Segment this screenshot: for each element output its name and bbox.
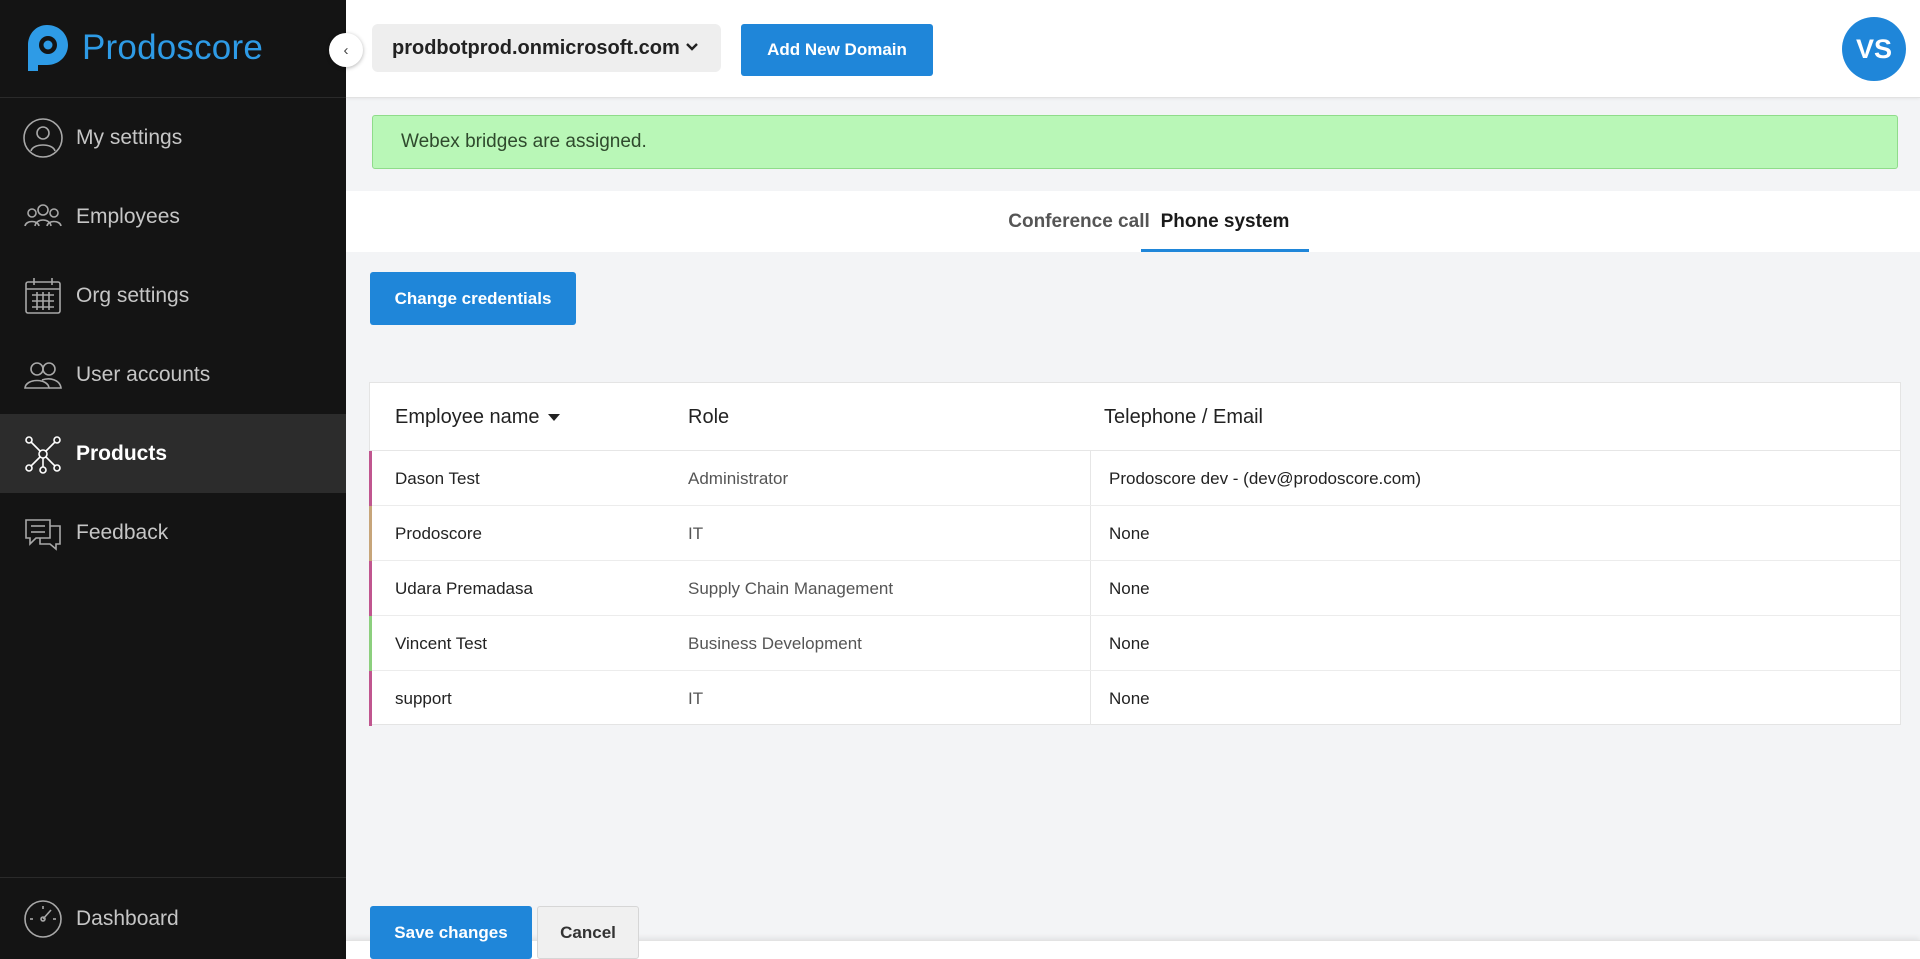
user-accounts-icon <box>24 361 62 389</box>
cell-employee-name: Vincent Test <box>395 633 487 653</box>
table-row[interactable]: Prodoscore IT None <box>369 506 1900 561</box>
row-color-bar <box>369 506 372 561</box>
change-credentials-button[interactable]: Change credentials <box>370 272 576 325</box>
column-header-employee-name[interactable]: Employee name <box>395 383 560 451</box>
cell-role: Supply Chain Management <box>688 578 894 598</box>
chevron-left-icon: ‹ <box>343 41 349 59</box>
prodoscore-logo-icon <box>24 23 70 73</box>
products-network-icon <box>25 435 61 474</box>
sidebar-item-label: Products <box>76 441 168 465</box>
brand-logo[interactable]: Prodoscore <box>24 20 263 76</box>
table-row[interactable]: Vincent Test Business Development None <box>369 616 1900 671</box>
tab-label: Phone system <box>1160 210 1290 232</box>
column-header-role: Role <box>688 383 729 451</box>
sort-caret-icon <box>547 413 560 421</box>
cell-telephone-email[interactable]: None <box>1109 671 1150 726</box>
sidebar-item-dashboard[interactable]: Dashboard <box>0 878 346 959</box>
sidebar-item-label: Dashboard <box>76 907 179 930</box>
employees-group-icon <box>24 203 62 226</box>
tab-label: Conference call <box>1008 210 1150 232</box>
tab-phone-system[interactable]: Phone system <box>1141 191 1309 252</box>
sidebar-bottom: Dashboard <box>0 877 346 959</box>
sidebar-item-employees[interactable]: Employees <box>0 177 346 256</box>
brand-name: Prodoscore <box>82 28 263 67</box>
cell-employee-name: Dason Test <box>395 468 480 488</box>
sidebar: Prodoscore My settings Employees Org set… <box>0 0 346 959</box>
cell-role: IT <box>688 523 704 543</box>
row-color-bar <box>369 616 372 671</box>
employee-table: Employee name Role Telephone / Email Das… <box>369 382 1901 726</box>
success-alert: Webex bridges are assigned. <box>372 115 1898 169</box>
cell-role: Administrator <box>688 468 789 488</box>
sidebar-item-user-accounts[interactable]: User accounts <box>0 335 346 414</box>
row-color-bar <box>369 671 372 726</box>
feedback-chat-icon <box>25 518 61 551</box>
sidebar-item-feedback[interactable]: Feedback <box>0 493 346 572</box>
sidebar-item-my-settings[interactable]: My settings <box>0 98 346 177</box>
column-header-telephone-email: Telephone / Email <box>1104 383 1263 451</box>
column-label: Role <box>688 405 730 428</box>
column-label: Telephone / Email <box>1104 405 1263 428</box>
collapse-sidebar-button[interactable]: ‹ <box>329 33 363 67</box>
top-header: prodbotprod.onmicrosoft.com Add New Doma… <box>346 0 1920 98</box>
dashboard-gauge-icon <box>24 900 62 938</box>
cell-telephone-email[interactable]: None <box>1109 506 1150 561</box>
save-changes-button[interactable]: Save changes <box>370 906 532 959</box>
table-row[interactable]: support IT None <box>369 671 1900 726</box>
cell-role: IT <box>688 688 704 708</box>
user-circle-icon <box>23 117 63 158</box>
table-row[interactable]: Udara Premadasa Supply Chain Management … <box>369 561 1900 616</box>
avatar[interactable]: VS <box>1842 17 1906 81</box>
cancel-button[interactable]: Cancel <box>537 906 639 959</box>
column-label: Employee name <box>395 405 540 428</box>
row-color-bar <box>369 561 372 616</box>
tab-bar: Conference call Phone system <box>346 191 1920 252</box>
cell-employee-name: Udara Premadasa <box>395 578 533 598</box>
cell-role: Business Development <box>688 633 862 653</box>
calendar-icon <box>25 277 61 314</box>
sidebar-item-label: Feedback <box>76 520 169 544</box>
add-new-domain-button[interactable]: Add New Domain <box>741 24 933 76</box>
sidebar-nav: My settings Employees Org settings User … <box>0 98 346 572</box>
domain-select-value: prodbotprod.onmicrosoft.com <box>392 36 680 59</box>
table-row[interactable]: Dason Test Administrator Prodoscore dev … <box>369 451 1900 506</box>
sidebar-item-label: Employees <box>76 204 180 228</box>
sidebar-item-org-settings[interactable]: Org settings <box>0 256 346 335</box>
cell-telephone-email[interactable]: None <box>1109 561 1150 616</box>
cell-telephone-email[interactable]: Prodoscore dev - (dev@prodoscore.com) <box>1109 451 1421 506</box>
sidebar-item-label: My settings <box>76 125 183 149</box>
row-color-bar <box>369 451 372 506</box>
table-header: Employee name Role Telephone / Email <box>370 383 1900 451</box>
cell-telephone-email[interactable]: None <box>1109 616 1150 671</box>
cell-employee-name: support <box>395 688 452 708</box>
sidebar-item-products[interactable]: Products <box>0 414 346 493</box>
sidebar-item-label: User accounts <box>76 362 211 386</box>
sidebar-item-label: Org settings <box>76 283 190 307</box>
alert-message: Webex bridges are assigned. <box>401 131 647 152</box>
chevron-down-icon <box>686 43 698 51</box>
cell-employee-name: Prodoscore <box>395 523 482 543</box>
domain-select[interactable]: prodbotprod.onmicrosoft.com <box>372 24 721 72</box>
